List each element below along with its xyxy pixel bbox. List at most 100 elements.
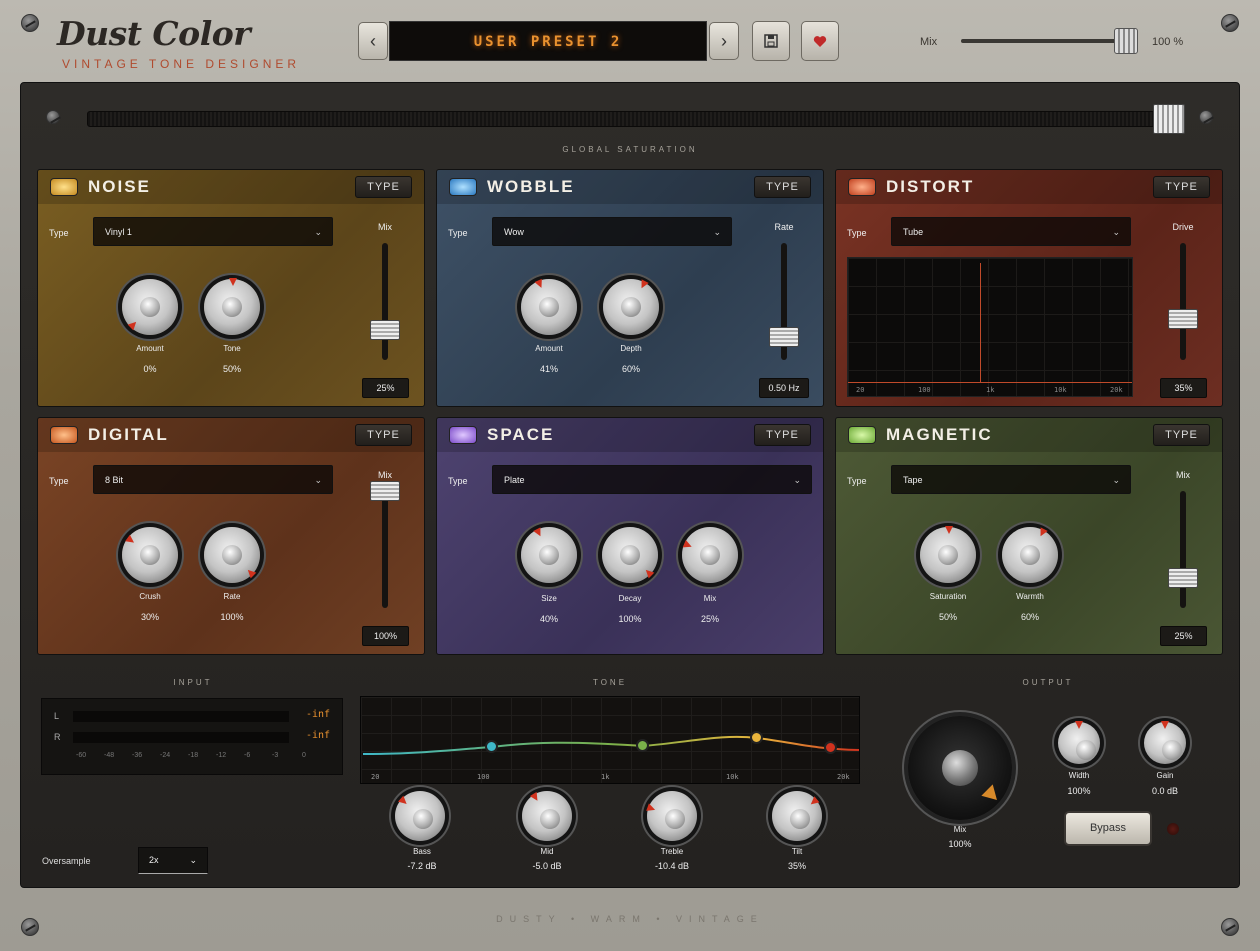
digital-rate-knob[interactable] bbox=[204, 527, 260, 583]
footer-tagline: DUSTY • WARM • VINTAGE bbox=[496, 914, 764, 924]
magnetic-type-dropdown[interactable]: Tape ⌄ bbox=[891, 465, 1131, 494]
meter-scale-tick: 0 bbox=[302, 752, 306, 759]
global-saturation-slider[interactable] bbox=[87, 111, 1185, 127]
digital-mix-thumb[interactable] bbox=[370, 481, 400, 501]
space-type-dropdown[interactable]: Plate ⌄ bbox=[492, 465, 812, 494]
space-type-value: Plate bbox=[504, 475, 525, 485]
mix-slider-thumb[interactable] bbox=[1114, 28, 1138, 54]
heart-icon bbox=[813, 36, 827, 47]
distort-drive-slider[interactable] bbox=[1180, 243, 1186, 360]
output-mix-knob[interactable] bbox=[908, 716, 1012, 820]
eq-node-mid[interactable] bbox=[636, 739, 649, 752]
wobble-led[interactable] bbox=[449, 178, 477, 196]
eq-node-bass[interactable] bbox=[485, 740, 498, 753]
mix-label: Mix bbox=[920, 36, 938, 48]
digital-mix-slider[interactable] bbox=[382, 491, 388, 608]
output-width-value: 100% bbox=[1067, 786, 1091, 796]
distort-tick: 20 bbox=[856, 386, 865, 394]
digital-crush-value: 30% bbox=[140, 612, 159, 622]
tone-treble-knob[interactable] bbox=[646, 791, 697, 841]
noise-led[interactable] bbox=[50, 178, 78, 196]
bypass-button[interactable]: Bypass bbox=[1064, 811, 1152, 846]
magnetic-type-button[interactable]: TYPE bbox=[1153, 424, 1210, 446]
prev-preset-button[interactable]: ‹ bbox=[358, 22, 388, 60]
tone-eq-graph: 20 100 1k 10k 20k bbox=[360, 696, 860, 784]
wobble-depth-knob[interactable] bbox=[603, 279, 659, 335]
space-type-button[interactable]: TYPE bbox=[754, 424, 811, 446]
noise-type-button[interactable]: TYPE bbox=[355, 176, 412, 198]
output-width-knob[interactable] bbox=[1058, 721, 1100, 764]
wobble-type-dropdown[interactable]: Wow ⌄ bbox=[492, 217, 732, 246]
oversample-label: Oversample bbox=[42, 856, 91, 866]
magnetic-saturation-knob[interactable] bbox=[920, 526, 976, 583]
oversample-select[interactable]: 2x ⌄ bbox=[138, 847, 208, 874]
digital-type-dropdown[interactable]: 8 Bit ⌄ bbox=[93, 465, 333, 494]
global-saturation-caption: GLOBAL SATURATION bbox=[562, 145, 698, 154]
meter-left-label: L bbox=[54, 711, 60, 721]
digital-crush-label: Crush bbox=[139, 592, 161, 601]
noise-title: NOISE bbox=[88, 177, 151, 196]
next-preset-button[interactable]: › bbox=[709, 22, 739, 60]
magnetic-mix-thumb[interactable] bbox=[1168, 568, 1198, 588]
distort-frequency-graph: 20 100 1k 10k 20k bbox=[847, 257, 1133, 397]
magnetic-type-value: Tape bbox=[903, 475, 923, 485]
wobble-type-button[interactable]: TYPE bbox=[754, 176, 811, 198]
tone-mid-knob[interactable] bbox=[522, 791, 572, 841]
chevron-down-icon: ⌄ bbox=[1112, 475, 1120, 485]
tone-bass-value: -7.2 dB bbox=[407, 861, 437, 871]
distort-led[interactable] bbox=[848, 178, 876, 196]
distort-drive-label: Drive bbox=[1172, 222, 1194, 232]
chevron-down-icon: ⌄ bbox=[713, 227, 721, 237]
magnetic-title: MAGNETIC bbox=[886, 425, 993, 444]
noise-tone-knob[interactable] bbox=[204, 278, 260, 335]
preset-display[interactable]: USER PRESET 2 bbox=[389, 21, 707, 61]
meter-scale-tick: -36 bbox=[132, 752, 143, 759]
global-saturation-thumb[interactable] bbox=[1153, 104, 1185, 134]
tone-tilt-knob[interactable] bbox=[772, 791, 822, 841]
meter-scale-tick: -12 bbox=[216, 752, 227, 759]
magnetic-warmth-knob[interactable] bbox=[1002, 527, 1058, 583]
distort-title: DISTORT bbox=[886, 177, 975, 196]
noise-type-value: Vinyl 1 bbox=[105, 227, 132, 237]
noise-panel: NOISE TYPE Type Vinyl 1 ⌄ Amount 0% Tone … bbox=[37, 169, 425, 407]
screw-icon bbox=[46, 110, 60, 124]
mix-slider-track[interactable] bbox=[961, 39, 1136, 43]
distort-drive-thumb[interactable] bbox=[1168, 309, 1198, 329]
distort-type-dropdown[interactable]: Tube ⌄ bbox=[891, 217, 1131, 246]
noise-mix-thumb[interactable] bbox=[370, 320, 400, 340]
bypass-led bbox=[1167, 823, 1179, 835]
noise-type-label: Type bbox=[49, 228, 69, 238]
distort-type-label: Type bbox=[847, 228, 867, 238]
favorite-button[interactable] bbox=[801, 21, 839, 61]
noise-mix-slider[interactable] bbox=[382, 243, 388, 360]
noise-amount-knob[interactable] bbox=[122, 279, 178, 335]
digital-crush-knob[interactable] bbox=[122, 527, 178, 583]
wobble-amount-knob[interactable] bbox=[521, 278, 577, 335]
space-led[interactable] bbox=[449, 426, 477, 444]
wobble-type-value: Wow bbox=[504, 227, 524, 237]
eq-node-treble[interactable] bbox=[750, 731, 763, 744]
save-preset-button[interactable] bbox=[752, 21, 790, 61]
distort-type-value: Tube bbox=[903, 227, 924, 237]
distort-type-button[interactable]: TYPE bbox=[1153, 176, 1210, 198]
space-mix-knob[interactable] bbox=[682, 527, 738, 583]
eq-node-tilt[interactable] bbox=[824, 741, 837, 754]
tone-bass-label: Bass bbox=[413, 847, 431, 856]
input-caption: INPUT bbox=[173, 678, 213, 687]
space-size-knob[interactable] bbox=[521, 527, 577, 583]
output-gain-knob[interactable] bbox=[1144, 721, 1186, 764]
tone-bass-knob[interactable] bbox=[395, 791, 445, 841]
magnetic-led[interactable] bbox=[848, 426, 876, 444]
distort-tick: 10k bbox=[1054, 386, 1067, 394]
magnetic-mix-slider[interactable] bbox=[1180, 491, 1186, 608]
wobble-rate-thumb[interactable] bbox=[769, 327, 799, 347]
space-decay-knob[interactable] bbox=[602, 527, 658, 583]
noise-type-dropdown[interactable]: Vinyl 1 ⌄ bbox=[93, 217, 333, 246]
noise-amount-value: 0% bbox=[143, 364, 157, 374]
digital-led[interactable] bbox=[50, 426, 78, 444]
meter-scale-tick: -3 bbox=[272, 752, 279, 759]
distort-tick: 1k bbox=[986, 386, 995, 394]
eq-freq-tick: 20k bbox=[837, 773, 850, 781]
meter-scale-tick: -18 bbox=[188, 752, 199, 759]
digital-type-button[interactable]: TYPE bbox=[355, 424, 412, 446]
